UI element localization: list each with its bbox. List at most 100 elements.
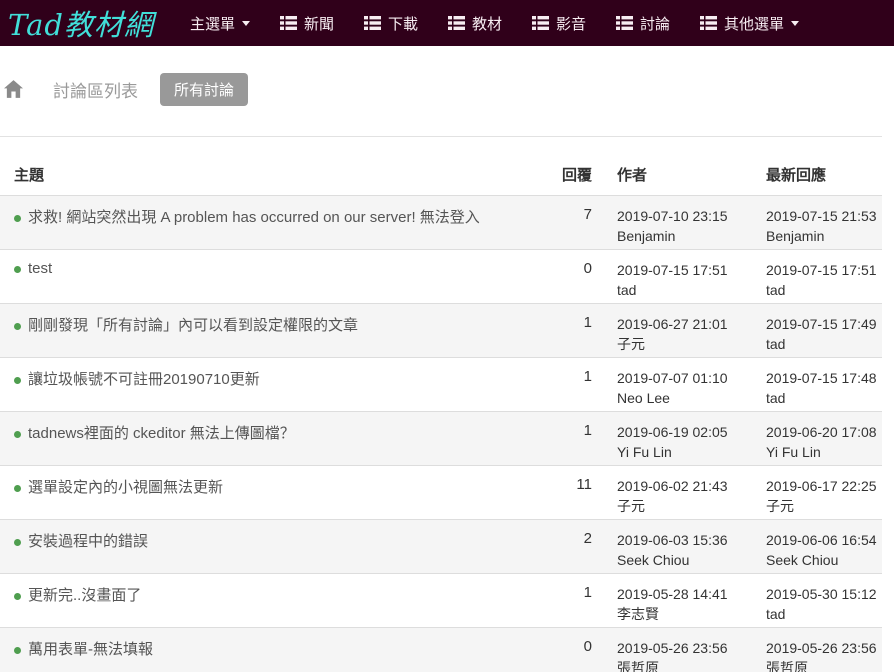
nav-item-label: 討論	[640, 13, 670, 34]
caret-down-icon	[242, 21, 250, 26]
latest-date: 2019-06-17 22:25	[766, 476, 882, 496]
author-name: 子元	[617, 496, 757, 516]
table-row: 選單設定內的小視圖無法更新112019-06-02 21:43子元2019-06…	[0, 466, 882, 520]
latest-date: 2019-06-06 16:54	[766, 530, 882, 550]
topic-link[interactable]: 更新完..沒畫面了	[28, 587, 141, 604]
site-logo[interactable]: Tad教材網	[8, 2, 154, 44]
latest-date: 2019-07-15 17:51	[766, 260, 882, 280]
column-header-latest: 最新回應	[757, 146, 882, 196]
table-row: 求救! 網站突然出現 A problem has occurred on our…	[0, 196, 882, 250]
nav-item-label: 新聞	[304, 13, 334, 34]
table-row: 讓垃圾帳號不可註冊20190710更新12019-07-07 01:10Neo …	[0, 358, 882, 412]
latest-name: 張哲原	[766, 658, 882, 672]
breadcrumb-current-badge[interactable]: 所有討論	[160, 73, 248, 106]
table-row: 萬用表單-無法填報02019-05-26 23:56張哲原2019-05-26 …	[0, 628, 882, 672]
latest-date: 2019-07-15 17:49	[766, 314, 882, 334]
topic-status-icon	[14, 266, 21, 273]
topic-link[interactable]: 求救! 網站突然出現 A problem has occurred on our…	[28, 209, 480, 226]
nav-item-label: 主選單	[190, 13, 235, 34]
topic-link[interactable]: test	[28, 260, 52, 277]
table-row: tadnews裡面的 ckeditor 無法上傳圖檔？12019-06-19 0…	[0, 412, 882, 466]
reply-count: 2	[560, 520, 592, 574]
latest-date: 2019-05-26 23:56	[766, 638, 882, 658]
reply-count: 0	[560, 628, 592, 672]
latest-date: 2019-05-30 15:12	[766, 584, 882, 604]
list-icon	[616, 16, 633, 30]
nav-item-textbook[interactable]: 教材	[448, 13, 502, 34]
nav-item-label: 其他選單	[724, 13, 784, 34]
latest-name: 子元	[766, 496, 882, 516]
latest-date: 2019-07-15 17:48	[766, 368, 882, 388]
reply-count: 1	[560, 358, 592, 412]
latest-date: 2019-07-15 21:53	[766, 206, 882, 226]
author-name: Neo Lee	[617, 388, 757, 408]
latest-name: Seek Chiou	[766, 550, 882, 570]
table-row: 剛剛發現「所有討論」內可以看到設定權限的文章 1 2019-06-27 21:01子…	[0, 304, 882, 358]
topic-link[interactable]: 讓垃圾帳號不可註冊20190710更新	[28, 371, 260, 388]
topic-table-body: 求救! 網站突然出現 A problem has occurred on our…	[0, 196, 882, 672]
nav-item-download[interactable]: 下載	[364, 13, 418, 34]
topic-link[interactable]: 剛剛發現「所有討論」內可以看到設定權限的文章	[28, 317, 358, 334]
topic-status-icon	[14, 539, 21, 546]
author-name: tad	[617, 280, 757, 300]
reply-count: 0	[560, 250, 592, 304]
topic-status-icon	[14, 593, 21, 600]
table-row: test02019-07-15 17:51tad2019-07-15 17:51…	[0, 250, 882, 304]
topic-table: 主題 回覆 作者 最新回應 求救! 網站突然出現 A problem has o…	[0, 146, 882, 672]
section-divider	[0, 136, 882, 137]
topic-link[interactable]: tadnews裡面的 ckeditor 無法上傳圖檔？	[28, 425, 295, 442]
author-date: 2019-05-28 14:41	[617, 584, 757, 604]
latest-name: Yi Fu Lin	[766, 442, 882, 462]
author-date: 2019-07-15 17:51	[617, 260, 757, 280]
nav-item-video[interactable]: 影音	[532, 13, 586, 34]
list-icon	[532, 16, 549, 30]
home-icon[interactable]	[4, 80, 23, 98]
nav-item-main-menu[interactable]: 主選單	[190, 13, 250, 34]
top-navbar: Tad教材網 主選單 新聞 下載 教材 影音 討論 其他選單	[0, 0, 894, 46]
list-icon	[280, 16, 297, 30]
topic-status-icon	[14, 377, 21, 384]
author-name: 李志賢	[617, 604, 757, 624]
author-name: 子元	[617, 334, 757, 354]
topic-status-icon	[14, 323, 21, 330]
topic-link[interactable]: 選單設定內的小視圖無法更新	[28, 479, 223, 496]
list-icon	[364, 16, 381, 30]
latest-name: tad	[766, 280, 882, 300]
topic-status-icon	[14, 215, 21, 222]
nav-item-news[interactable]: 新聞	[280, 13, 334, 34]
breadcrumb-forum-list-link[interactable]: 討論區列表	[53, 77, 138, 102]
nav-item-label: 影音	[556, 13, 586, 34]
table-row: 安裝過程中的錯誤 2 2019-06-03 15:36 Seek Chiou2019-…	[0, 520, 882, 574]
topic-link[interactable]: 安裝過程中的錯誤	[28, 533, 148, 550]
reply-count: 1	[560, 574, 592, 628]
author-date: 2019-07-10 23:15	[617, 206, 757, 226]
topic-link[interactable]: 萬用表單-無法填報	[28, 641, 153, 658]
author-date: 2019-06-02 21:43	[617, 476, 757, 496]
reply-count: 1	[560, 412, 592, 466]
latest-name: tad	[766, 388, 882, 408]
latest-date: 2019-06-20 17:08	[766, 422, 882, 442]
list-icon	[700, 16, 717, 30]
latest-name: Benjamin	[766, 226, 882, 246]
author-name: Yi Fu Lin	[617, 442, 757, 462]
list-icon	[448, 16, 465, 30]
column-header-author: 作者	[592, 146, 757, 196]
nav-item-forum[interactable]: 討論	[616, 13, 670, 34]
table-header-row: 主題 回覆 作者 最新回應	[0, 146, 882, 196]
author-date: 2019-06-27 21:01	[617, 314, 757, 334]
topic-status-icon	[14, 485, 21, 492]
caret-down-icon	[791, 21, 799, 26]
nav-item-label: 教材	[472, 13, 502, 34]
reply-count: 1	[560, 304, 592, 358]
author-name: Benjamin	[617, 226, 757, 246]
latest-name: tad	[766, 334, 882, 354]
author-date: 2019-06-03 15:36	[617, 530, 757, 550]
reply-count: 7	[560, 196, 592, 250]
nav-item-other-menu[interactable]: 其他選單	[700, 13, 799, 34]
author-date: 2019-05-26 23:56	[617, 638, 757, 658]
author-name: 張哲原	[617, 658, 757, 672]
topic-status-icon	[14, 647, 21, 654]
nav-item-label: 下載	[388, 13, 418, 34]
column-header-replies: 回覆	[560, 146, 592, 196]
reply-count: 11	[560, 466, 592, 520]
